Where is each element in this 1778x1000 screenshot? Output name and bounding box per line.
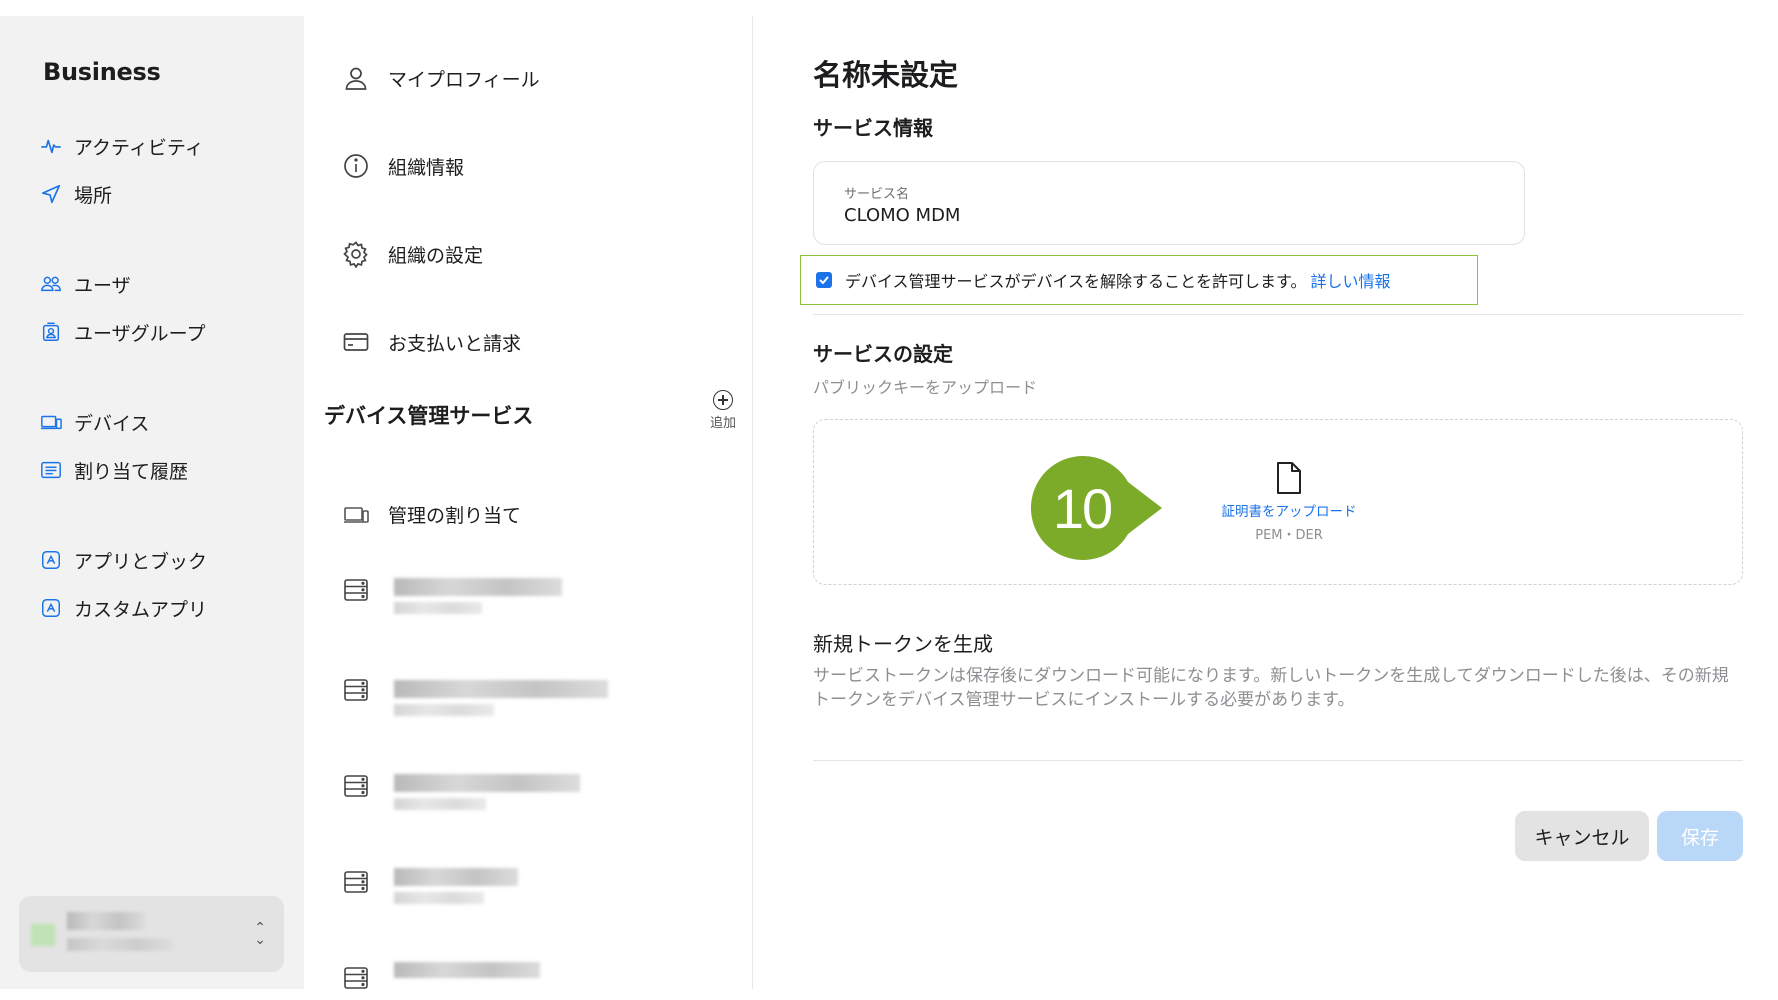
- server-icon: [344, 871, 368, 893]
- cancel-button[interactable]: キャンセル: [1515, 811, 1649, 861]
- server-icon: [344, 679, 368, 701]
- server-name-redacted: [394, 868, 518, 886]
- service-name-value: CLOMO MDM: [844, 205, 961, 226]
- divider: [813, 760, 1743, 761]
- devices-icon: [342, 500, 370, 528]
- upload-public-key-label: パブリックキーをアップロード: [813, 378, 1038, 397]
- sidebar-item-label: 割り当て履歴: [74, 460, 189, 483]
- new-token-description: サービストークンは保存後にダウンロード可能になります。新しいトークンを生成してダ…: [813, 666, 1729, 710]
- upload-certificate-button[interactable]: 証明書をアップロード PEM・DER: [1204, 460, 1374, 543]
- sidebar-item-custom-apps[interactable]: カスタムアプリ: [40, 592, 207, 624]
- sidebar-item-activity[interactable]: アクティビティ: [40, 130, 204, 162]
- certificate-dropzone[interactable]: 証明書をアップロード PEM・DER: [813, 419, 1743, 585]
- service-settings-heading: サービスの設定: [813, 342, 953, 366]
- menu-item-label: 組織情報: [388, 156, 465, 179]
- settings-column: マイプロフィール 組織情報 組織の設定 お支払いと請求 デバイス管理サービス 追…: [304, 16, 753, 989]
- sidebar-item-label: ユーザグループ: [74, 322, 206, 345]
- menu-item-org-info[interactable]: 組織情報: [342, 148, 464, 184]
- upload-certificate-link: 証明書をアップロード: [1221, 504, 1357, 520]
- document-icon: [1277, 462, 1301, 494]
- server-icon: [344, 775, 368, 797]
- service-info-heading: サービス情報: [813, 116, 933, 140]
- account-org-redacted: [67, 938, 173, 951]
- account-switcher[interactable]: ⌃ ⌄: [19, 896, 284, 972]
- menu-item-label: お支払いと請求: [388, 332, 522, 355]
- server-icon: [344, 967, 368, 989]
- plus-circle-icon: [713, 390, 733, 410]
- check-icon: [819, 276, 829, 284]
- sidebar-item-label: アプリとブック: [74, 550, 208, 573]
- upload-formats: PEM・DER: [1255, 528, 1323, 543]
- release-devices-checkbox[interactable]: [816, 272, 832, 288]
- sidebar-item-label: アクティビティ: [74, 136, 204, 159]
- app-store-icon: [40, 549, 62, 571]
- new-token-heading: 新規トークンを生成: [813, 632, 993, 656]
- service-name-field[interactable]: サービス名 CLOMO MDM: [813, 161, 1525, 245]
- devices-icon: [40, 411, 62, 433]
- service-name-label: サービス名: [844, 187, 910, 202]
- account-name-redacted: [67, 912, 145, 930]
- main-panel: 名称未設定 サービス情報 サービス名 CLOMO MDM デバイス管理サービスが…: [753, 16, 1778, 989]
- step-badge: 10: [1030, 454, 1170, 562]
- sidebar-item-label: 場所: [74, 184, 113, 207]
- avatar: [31, 924, 55, 946]
- server-sub-redacted: [394, 892, 484, 904]
- save-button[interactable]: 保存: [1657, 811, 1743, 861]
- server-name-redacted: [394, 680, 608, 698]
- brand-logo[interactable]: Business: [42, 58, 161, 86]
- sidebar: Business アクティビティ 場所 ユーザ ユーザグループ デバイス 割り当…: [0, 16, 304, 989]
- user-group-icon: [40, 321, 62, 343]
- server-name-redacted: [394, 578, 562, 596]
- menu-item-label: 管理の割り当て: [388, 504, 522, 527]
- release-devices-text: デバイス管理サービスがデバイスを解除することを許可します。: [845, 272, 1307, 291]
- person-icon: [342, 64, 370, 92]
- menu-item-my-profile[interactable]: マイプロフィール: [342, 60, 540, 96]
- brand-name: Business: [43, 58, 161, 86]
- sidebar-item-users[interactable]: ユーザ: [40, 268, 131, 300]
- page-title: 名称未設定: [813, 58, 959, 92]
- menu-item-org-settings[interactable]: 組織の設定: [342, 236, 483, 272]
- sidebar-item-user-groups[interactable]: ユーザグループ: [40, 316, 205, 348]
- sidebar-item-devices[interactable]: デバイス: [40, 406, 149, 438]
- add-label: 追加: [709, 416, 736, 431]
- users-icon: [40, 273, 62, 295]
- menu-item-management-assignment[interactable]: 管理の割り当て: [342, 496, 521, 532]
- menu-item-label: マイプロフィール: [388, 68, 540, 91]
- sidebar-item-label: ユーザ: [74, 274, 131, 297]
- menu-item-billing[interactable]: お支払いと請求: [342, 324, 521, 360]
- add-mdm-button[interactable]: 追加: [700, 390, 746, 431]
- server-sub-redacted: [394, 798, 486, 810]
- divider: [813, 314, 1743, 315]
- gear-icon: [342, 240, 370, 268]
- step-badge-number: 10: [1052, 476, 1113, 540]
- credit-card-icon: [342, 328, 370, 356]
- section-title-mdm: デバイス管理サービス: [324, 404, 534, 428]
- sidebar-item-apps-books[interactable]: アプリとブック: [40, 544, 207, 576]
- server-sub-redacted: [394, 602, 482, 614]
- server-name-redacted: [394, 774, 580, 792]
- release-devices-option: デバイス管理サービスがデバイスを解除することを許可します。 詳しい情報: [800, 255, 1478, 305]
- sidebar-item-assignment-history[interactable]: 割り当て履歴: [40, 454, 188, 486]
- server-icon: [344, 579, 368, 601]
- menu-item-label: 組織の設定: [388, 244, 484, 267]
- location-arrow-icon: [40, 183, 62, 205]
- server-sub-redacted: [394, 704, 494, 716]
- sidebar-item-location[interactable]: 場所: [40, 178, 112, 210]
- activity-icon: [40, 135, 62, 157]
- server-name-redacted: [394, 962, 540, 978]
- learn-more-link[interactable]: 詳しい情報: [1310, 268, 1390, 292]
- chevron-updown-icon: ⌃ ⌄: [254, 920, 266, 948]
- sidebar-item-label: デバイス: [74, 412, 150, 435]
- history-list-icon: [40, 459, 62, 481]
- custom-app-icon: [40, 597, 62, 619]
- info-icon: [342, 152, 370, 180]
- sidebar-item-label: カスタムアプリ: [74, 598, 208, 621]
